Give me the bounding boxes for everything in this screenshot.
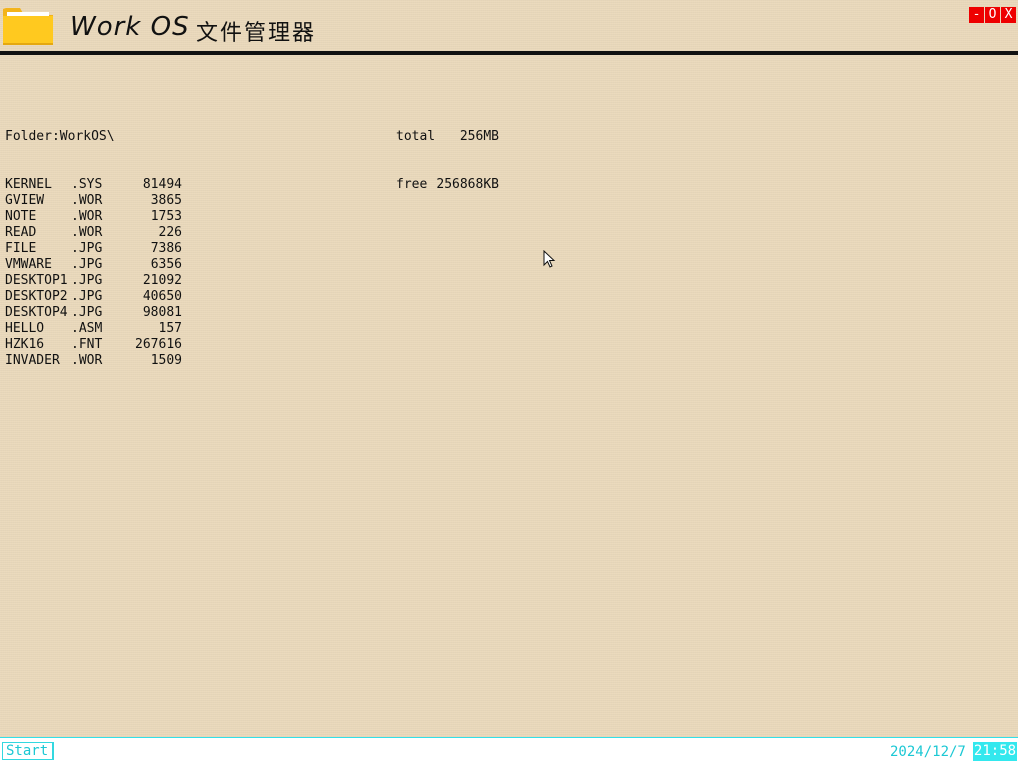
- file-size: 40650: [142, 289, 182, 304]
- file-row[interactable]: DESKTOP2 .JPG 40650: [5, 289, 182, 305]
- file-row[interactable]: DESKTOP4 .JPG 98081: [5, 305, 182, 321]
- taskbar: Start 2024/12/7 21:58: [0, 737, 1018, 763]
- disk-info: total 256MB free 256868KB: [396, 97, 499, 225]
- disk-free-row: free 256868KB: [396, 177, 499, 193]
- file-size: 226: [158, 225, 182, 240]
- file-size: 1753: [150, 209, 182, 224]
- title-divider: [0, 51, 1018, 55]
- file-name: FILE: [5, 241, 37, 256]
- title-bar[interactable]: Work OS 文件管理器 - O X: [0, 0, 1018, 52]
- disk-total-value: 256MB: [459, 129, 499, 144]
- disk-total-label: total: [396, 129, 436, 144]
- start-button[interactable]: Start: [2, 742, 54, 760]
- file-extension: .JPG: [71, 257, 103, 272]
- file-row[interactable]: READ .WOR 226: [5, 225, 182, 241]
- taskbar-clock[interactable]: 21:58: [973, 742, 1017, 761]
- file-row[interactable]: HZK16 .FNT 267616: [5, 337, 182, 353]
- file-extension: .SYS: [71, 177, 103, 192]
- file-listing: Folder:WorkOS\ KERNEL .SYS 81494 GVIEW .WOR 3…: [5, 97, 182, 401]
- folder-icon: [3, 8, 53, 45]
- close-button[interactable]: X: [1001, 7, 1016, 23]
- file-extension: .WOR: [71, 353, 103, 368]
- file-size: 7386: [150, 241, 182, 256]
- file-size: 1509: [150, 353, 182, 368]
- file-name: HELLO: [5, 321, 45, 336]
- file-extension: .JPG: [71, 241, 103, 256]
- taskbar-date: 2024/12/7: [890, 744, 966, 760]
- disk-free-label: free: [396, 177, 428, 192]
- file-size: 21092: [142, 273, 182, 288]
- file-name: READ: [5, 225, 37, 240]
- file-name: DESKTOP2: [5, 289, 68, 304]
- file-row[interactable]: INVADER .WOR 1509: [5, 353, 182, 369]
- file-extension: .JPG: [71, 273, 103, 288]
- app-title-chinese: 文件管理器: [196, 21, 317, 46]
- file-extension: .WOR: [71, 209, 103, 224]
- file-row[interactable]: FILE .JPG 7386: [5, 241, 182, 257]
- file-row[interactable]: DESKTOP1 .JPG 21092: [5, 273, 182, 289]
- file-extension: .JPG: [71, 305, 103, 320]
- file-extension: .ASM: [71, 321, 103, 336]
- file-row[interactable]: HELLO .ASM 157: [5, 321, 182, 337]
- file-size: 157: [158, 321, 182, 336]
- file-size: 267616: [135, 337, 182, 352]
- folder-path: Folder:WorkOS\: [5, 129, 115, 144]
- file-name: DESKTOP4: [5, 305, 68, 320]
- file-extension: .FNT: [71, 337, 103, 352]
- file-extension: .JPG: [71, 289, 103, 304]
- file-size: 98081: [142, 305, 182, 320]
- file-row[interactable]: NOTE .WOR 1753: [5, 209, 182, 225]
- file-row[interactable]: KERNEL .SYS 81494: [5, 177, 182, 193]
- mouse-cursor-icon: [543, 250, 556, 268]
- maximize-button[interactable]: O: [985, 7, 1000, 23]
- file-size: 3865: [150, 193, 182, 208]
- file-size: 6356: [150, 257, 182, 272]
- minimize-button[interactable]: -: [969, 7, 984, 23]
- file-size: 81494: [142, 177, 182, 192]
- app-title: Work OS: [70, 12, 190, 42]
- file-name: INVADER: [5, 353, 60, 368]
- file-extension: .WOR: [71, 225, 103, 240]
- file-row[interactable]: GVIEW .WOR 3865: [5, 193, 182, 209]
- file-name: DESKTOP1: [5, 273, 68, 288]
- file-row[interactable]: VMWARE .JPG 6356: [5, 257, 182, 273]
- file-name: VMWARE: [5, 257, 52, 272]
- window-controls: - O X: [969, 7, 1017, 23]
- disk-total-row: total 256MB: [396, 129, 499, 145]
- file-list: KERNEL .SYS 81494 GVIEW .WOR 3865 NOTE .WOR 1753…: [5, 177, 182, 369]
- file-name: GVIEW: [5, 193, 45, 208]
- file-name: HZK16: [5, 337, 45, 352]
- file-extension: .WOR: [71, 193, 103, 208]
- file-name: NOTE: [5, 209, 37, 224]
- disk-free-value: 256868KB: [436, 177, 499, 192]
- file-manager-window: Work OS 文件管理器 - O X Folder:WorkOS\ KERNE…: [0, 0, 1018, 737]
- file-name: KERNEL: [5, 177, 52, 192]
